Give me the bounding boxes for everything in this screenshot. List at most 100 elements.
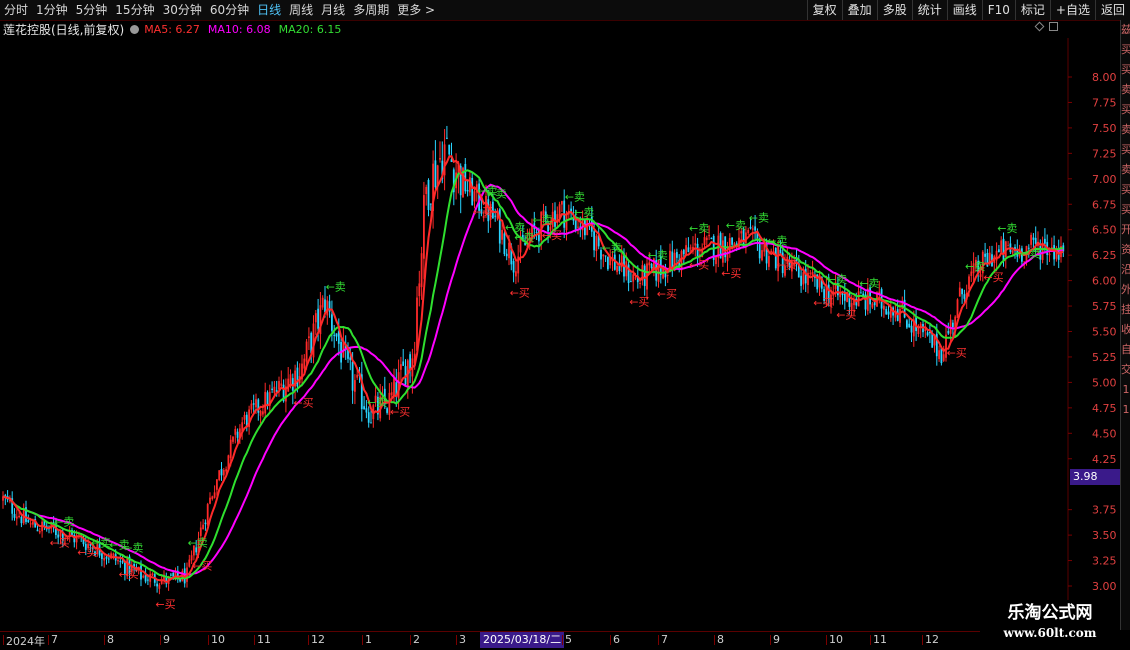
candle-body	[650, 263, 653, 268]
chart-legend: 莲花控股(日线,前复权) MA5: 6.27 MA10: 6.08 MA20: …	[0, 21, 349, 37]
mark-button[interactable]: 标记	[1014, 0, 1050, 20]
overlay-button[interactable]: 叠加	[841, 0, 877, 20]
candle-body	[984, 253, 986, 257]
candle-body	[931, 333, 934, 348]
tab-60min[interactable]: 60分钟	[206, 0, 253, 20]
candle-body	[958, 287, 961, 297]
candle-body	[119, 560, 122, 562]
multi-stock-button[interactable]: 多股	[876, 0, 912, 20]
candle-body	[29, 523, 32, 525]
month-label: 5	[562, 633, 572, 646]
candle-body	[708, 235, 710, 237]
stock-title: 莲花控股(日线,前复权)	[3, 22, 125, 37]
candle-body	[367, 412, 370, 423]
buy-signal: ←买	[776, 258, 796, 271]
tab-more[interactable]: 更多 >	[393, 0, 439, 20]
sell-signal: ←卖	[965, 260, 985, 273]
month-label: 2	[410, 633, 420, 646]
candle-body	[731, 237, 733, 245]
timeframe-tabs: 分时 1分钟 5分钟 15分钟 30分钟 60分钟 日线 周线 月线 多周期 更…	[0, 0, 439, 20]
candle-body	[151, 573, 154, 576]
month-label: 8	[714, 633, 724, 646]
restore-rights-button[interactable]: 复权	[806, 0, 842, 20]
candle-body	[942, 354, 945, 361]
tab-30min[interactable]: 30分钟	[159, 0, 206, 20]
draw-line-button[interactable]: 画线	[946, 0, 982, 20]
price-tick-label: 5.50	[1092, 326, 1117, 339]
side-strip-char: 兹	[1121, 20, 1130, 40]
buy-signal: ←买	[629, 295, 649, 308]
window-toggle-icon[interactable]	[1049, 22, 1058, 31]
month-label: 12	[922, 633, 939, 646]
f10-button[interactable]: F10	[981, 0, 1015, 20]
side-strip-char: 收	[1121, 320, 1130, 340]
settings-icon[interactable]	[130, 24, 140, 34]
side-strip: 兹买买卖买卖买卖买买开资沿外挂收自交11	[1120, 20, 1130, 630]
kline-chart[interactable]: 8.00 7.75 7.50 7.25 7.00 6.75 6.50 6.25 6.00 5.75…	[0, 38, 1120, 630]
sell-signal: ←卖	[514, 231, 534, 244]
back-button[interactable]: 返回	[1094, 0, 1130, 20]
candle-body	[754, 226, 756, 231]
buy-signal: ←买	[473, 206, 493, 219]
month-label: 1	[362, 633, 372, 646]
buy-signal: ←买	[721, 267, 741, 280]
candle-body	[335, 333, 338, 337]
candle-body	[728, 238, 731, 253]
month-label: 3	[456, 633, 466, 646]
candle-body	[252, 403, 255, 405]
candle-body	[710, 237, 713, 239]
side-strip-char: 1	[1122, 403, 1130, 416]
candle-body	[910, 325, 913, 333]
tab-5min[interactable]: 5分钟	[72, 0, 112, 20]
side-strip-char: 交	[1121, 360, 1130, 380]
candle-body	[535, 232, 538, 234]
candle-body	[354, 380, 356, 392]
candle-body	[321, 297, 324, 308]
month-label: 12	[308, 633, 325, 646]
candle-body	[961, 288, 963, 295]
candle-body	[749, 226, 752, 229]
add-watchlist-button[interactable]: +自选	[1049, 0, 1095, 20]
candle-body	[333, 334, 336, 336]
candle-body	[317, 308, 319, 329]
buy-signal: ←买	[542, 229, 562, 242]
candle-body	[761, 250, 763, 261]
tab-1min[interactable]: 1分钟	[32, 0, 72, 20]
candle-body	[418, 283, 421, 297]
watermark: 乐淘公式网 www.60lt.com	[980, 600, 1120, 650]
price-tick-label: 6.00	[1092, 275, 1117, 288]
month-label: 2024年	[3, 635, 45, 648]
month-label: 7	[48, 633, 58, 646]
diamond-icon[interactable]	[1034, 21, 1045, 32]
candle-body	[768, 256, 770, 267]
tab-multi-period[interactable]: 多周期	[349, 0, 393, 20]
price-tick-label: 8.00	[1092, 71, 1117, 84]
candle-body	[27, 519, 30, 523]
candle-body	[243, 415, 246, 420]
candle-body	[199, 527, 202, 536]
candle-body	[68, 532, 71, 535]
buy-signal: ←买	[689, 258, 709, 271]
side-strip-char: 买	[1121, 140, 1130, 160]
ma10-value: MA10: 6.08	[207, 22, 271, 36]
candle-body	[420, 253, 423, 288]
side-strip-char: 卖	[1121, 160, 1130, 180]
candle-body	[1053, 245, 1055, 260]
price-tick-label: 5.75	[1092, 300, 1117, 313]
candle-body	[643, 265, 646, 286]
tab-monthly[interactable]: 月线	[317, 0, 349, 20]
sell-signal: ←卖	[487, 187, 507, 200]
statistics-button[interactable]: 统计	[911, 0, 947, 20]
tab-15min[interactable]: 15分钟	[111, 0, 158, 20]
buy-signal: ←买	[813, 297, 833, 310]
sell-signal: ←卖	[326, 281, 346, 294]
sell-signal: ←卖	[54, 515, 74, 528]
top-toolbar: 分时 1分钟 5分钟 15分钟 30分钟 60分钟 日线 周线 月线 多周期 更…	[0, 0, 1130, 21]
candle-body	[860, 292, 862, 294]
candle-body	[170, 574, 172, 576]
tab-weekly[interactable]: 周线	[285, 0, 317, 20]
tab-daily[interactable]: 日线	[253, 0, 285, 20]
price-tick-label: 3.75	[1092, 504, 1117, 517]
tab-timeshare[interactable]: 分时	[0, 0, 32, 20]
candle-body	[1011, 250, 1014, 254]
